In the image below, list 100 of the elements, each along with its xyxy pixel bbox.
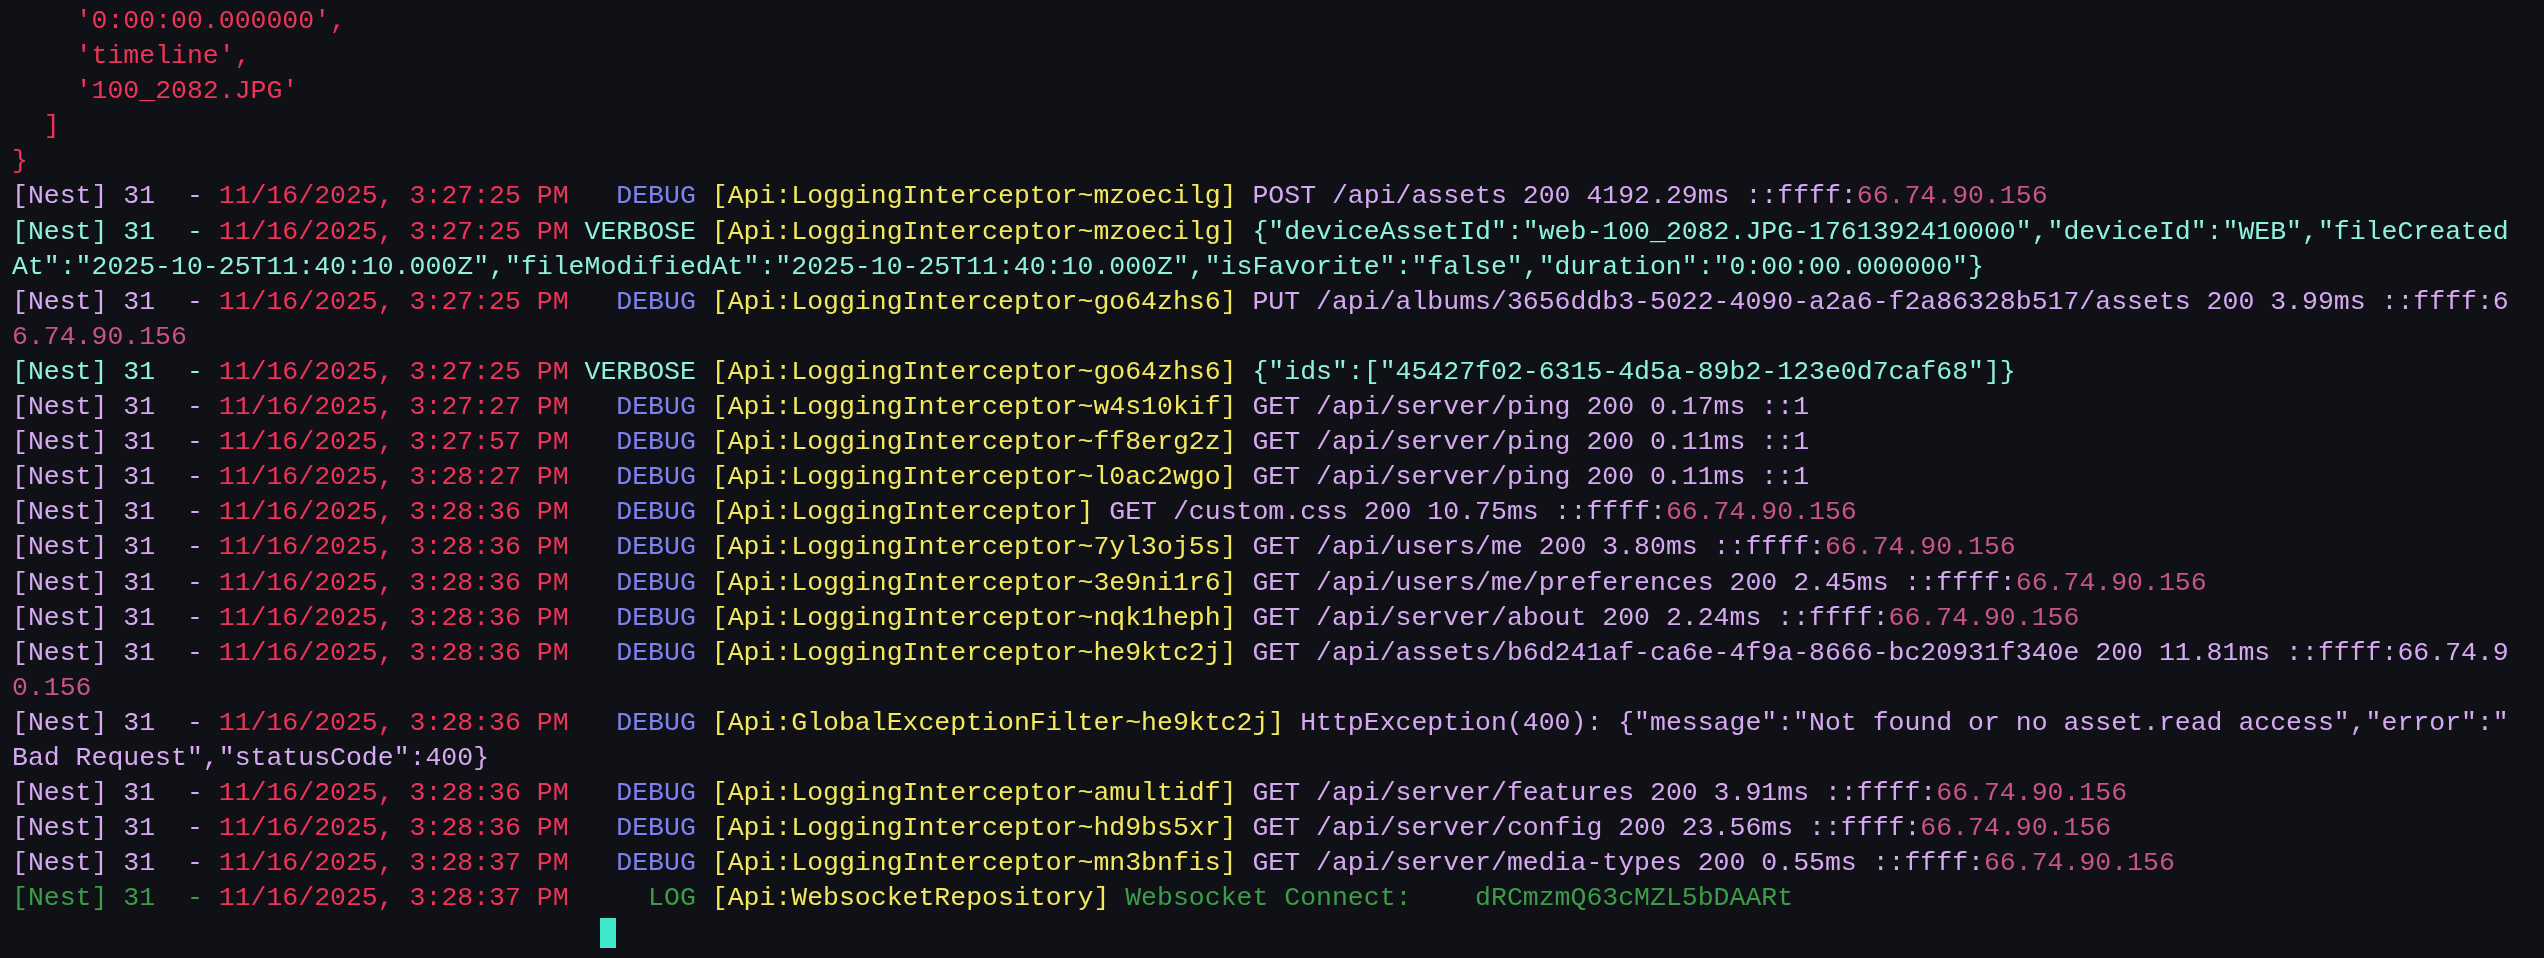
log-timestamp: 11/16/2025, 3:27:27 PM <box>218 392 569 423</box>
ip-address: 66.74.90.156 <box>2015 567 2207 598</box>
ip-address: 66.74.90.156 <box>1920 813 2112 844</box>
log-level: DEBUG <box>615 391 696 425</box>
log-message: POST /api/assets 200 4192.29ms ::ffff: <box>1252 181 1857 212</box>
log-level: DEBUG <box>615 601 696 635</box>
log-timestamp: 11/16/2025, 3:28:36 PM <box>218 813 569 844</box>
log-source: [Nest] 31 - <box>12 567 203 598</box>
log-context: [Api:LoggingInterceptor~nqk1heph] <box>711 602 1237 633</box>
log-context: [Api:LoggingInterceptor~w4s10kif] <box>711 392 1237 423</box>
log-source: [Nest] 31 - <box>12 883 203 914</box>
log-level: DEBUG <box>615 461 696 495</box>
log-message: GET /api/server/media-types 200 0.55ms ::ffff: <box>1252 848 1984 879</box>
log-message: GET /custom.css 200 10.75ms ::ffff: <box>1109 497 1666 528</box>
log-context: [Api:LoggingInterceptor~he9ktc2j] <box>711 637 1237 668</box>
log-message: GET /api/server/ping 200 0.11ms ::1 <box>1252 462 1810 493</box>
ip-address: 66.74.90.156 <box>1665 497 1857 528</box>
log-context: [Api:LoggingInterceptor~l0ac2wgo] <box>711 462 1237 493</box>
log-timestamp: 11/16/2025, 3:27:57 PM <box>218 427 569 458</box>
log-level: DEBUG <box>615 566 696 600</box>
ip-address: 66.74.90.156 <box>1856 181 2048 212</box>
log-context: [Api:LoggingInterceptor~mzoecilg] <box>711 216 1237 247</box>
log-message: {"deviceAssetId":"web-100_2082.JPG-1761392410000","deviceId":"WEB","fileCreated <box>1252 216 2509 247</box>
log-level: DEBUG <box>615 706 696 740</box>
ip-address: 66.74.90.156 <box>1936 778 2128 809</box>
terminal-cursor <box>600 918 617 949</box>
log-level: DEBUG <box>615 531 696 565</box>
log-source: [Nest] 31 - <box>12 637 203 668</box>
log-level: DEBUG <box>615 847 696 881</box>
log-level: DEBUG <box>615 285 696 319</box>
ip-address: 66.74.90.156 <box>1888 602 2080 633</box>
log-timestamp: 11/16/2025, 3:28:37 PM <box>218 883 569 914</box>
log-source: [Nest] 31 - <box>12 497 203 528</box>
log-source: [Nest] 31 - <box>12 181 203 212</box>
log-message: GET /api/server/ping 200 0.17ms ::1 <box>1252 392 1810 423</box>
log-context: [Api:LoggingInterceptor~go64zhs6] <box>711 286 1237 317</box>
log-timestamp: 11/16/2025, 3:27:25 PM <box>218 286 569 317</box>
log-message: GET /api/users/me 200 3.80ms ::ffff: <box>1252 532 1825 563</box>
log-source: [Nest] 31 - <box>12 286 203 317</box>
log-level: VERBOSE <box>584 355 696 389</box>
log-timestamp: 11/16/2025, 3:28:36 PM <box>218 637 569 668</box>
log-timestamp: 11/16/2025, 3:28:36 PM <box>218 497 569 528</box>
log-source: [Nest] 31 - <box>12 216 203 247</box>
ip-address: 6.74.90.156 <box>12 321 187 352</box>
log-source: [Nest] 31 - <box>12 427 203 458</box>
log-level: DEBUG <box>615 426 696 460</box>
log-context: [Api:GlobalExceptionFilter~he9ktc2j] <box>711 707 1285 738</box>
log-source: [Nest] 31 - <box>12 392 203 423</box>
log-level: DEBUG <box>615 777 696 811</box>
log-message: PUT /api/albums/3656ddb3-5022-4090-a2a6-f2a86328b517/assets 200 3.99ms ::ffff:6 <box>1252 286 2509 317</box>
log-timestamp: 11/16/2025, 3:27:25 PM <box>218 216 569 247</box>
log-message: Bad Request","statusCode":400} <box>12 742 490 773</box>
log-timestamp: 11/16/2025, 3:28:36 PM <box>218 707 569 738</box>
log-timestamp: 11/16/2025, 3:27:25 PM <box>218 181 569 212</box>
log-source: [Nest] 31 - <box>12 356 203 387</box>
log-source: [Nest] 31 - <box>12 813 203 844</box>
log-timestamp: 11/16/2025, 3:28:36 PM <box>218 532 569 563</box>
log-context: [Api:LoggingInterceptor~ff8erg2z] <box>711 427 1237 458</box>
log-level: DEBUG <box>615 812 696 846</box>
code-line: } <box>12 146 28 177</box>
log-message: GET /api/server/config 200 23.56ms ::ffff: <box>1252 813 1921 844</box>
log-level: DEBUG <box>615 496 696 530</box>
log-context: [Api:WebsocketRepository] <box>711 883 1110 914</box>
log-message: GET /api/server/ping 200 0.11ms ::1 <box>1252 427 1810 458</box>
log-message: {"ids":["45427f02-6315-4d5a-89b2-123e0d7caf68"]} <box>1252 356 2016 387</box>
log-message: GET /api/assets/b6d241af-ca6e-4f9a-8666-bc20931f340e 200 11.81ms ::ffff:66.74.9 <box>1252 637 2509 668</box>
log-context: [Api:LoggingInterceptor~3e9ni1r6] <box>711 567 1237 598</box>
ip-address: 66.74.90.156 <box>1983 848 2175 879</box>
log-context: [Api:LoggingInterceptor~mn3bnfis] <box>711 848 1237 879</box>
log-context: [Api:LoggingInterceptor~mzoecilg] <box>711 181 1237 212</box>
log-timestamp: 11/16/2025, 3:27:25 PM <box>218 356 569 387</box>
log-context: [Api:LoggingInterceptor~amultidf] <box>711 778 1237 809</box>
code-line: '100_2082.JPG' <box>74 76 299 107</box>
log-timestamp: 11/16/2025, 3:28:27 PM <box>218 462 569 493</box>
log-source: [Nest] 31 - <box>12 462 203 493</box>
log-timestamp: 11/16/2025, 3:28:36 PM <box>218 567 569 598</box>
code-line: '0:00:00.000000', <box>74 6 346 36</box>
code-line: 'timeline', <box>74 41 251 72</box>
log-source: [Nest] 31 - <box>12 707 203 738</box>
log-source: [Nest] 31 - <box>12 602 203 633</box>
log-message: GET /api/server/about 200 2.24ms ::ffff: <box>1252 602 1889 633</box>
log-timestamp: 11/16/2025, 3:28:37 PM <box>218 848 569 879</box>
log-context: [Api:LoggingInterceptor~go64zhs6] <box>711 356 1237 387</box>
log-level: DEBUG <box>615 180 696 214</box>
ip-address: 66.74.90.156 <box>1824 532 2016 563</box>
log-timestamp: 11/16/2025, 3:28:36 PM <box>218 602 569 633</box>
log-context: [Api:LoggingInterceptor~hd9bs5xr] <box>711 813 1237 844</box>
code-line: ] <box>42 111 60 142</box>
log-message: GET /api/server/features 200 3.91ms ::ffff: <box>1252 778 1937 809</box>
log-context: [Api:LoggingInterceptor] <box>711 497 1094 528</box>
log-source: [Nest] 31 - <box>12 778 203 809</box>
log-message: GET /api/users/me/preferences 200 2.45ms ::ffff: <box>1252 567 2016 598</box>
log-context: [Api:LoggingInterceptor~7yl3oj5s] <box>711 532 1237 563</box>
log-source: [Nest] 31 - <box>12 532 203 563</box>
log-level: VERBOSE <box>584 215 696 249</box>
log-message: At":"2025-10-25T11:40:10.000Z","fileModifiedAt":"2025-10-25T11:40:10.000Z","isFavorite":"false","duration":"0:00:00.000000"} <box>12 251 1984 282</box>
log-message: Websocket Connect: dRCmzmQ63cMZL5bDAARt <box>1125 883 1794 914</box>
log-level: LOG <box>647 882 696 916</box>
ip-address: 0.156 <box>12 672 92 703</box>
log-message: HttpException(400): {"message":"Not found or no asset.read access","error":" <box>1300 707 2509 738</box>
